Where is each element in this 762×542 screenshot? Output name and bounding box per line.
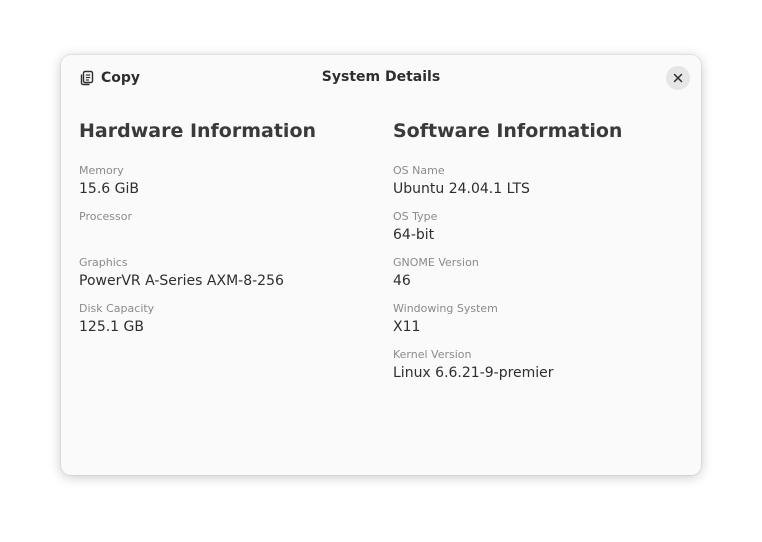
field-label: Kernel Version <box>393 348 472 361</box>
field-value: Ubuntu 24.04.1 LTS <box>393 181 530 197</box>
field-label: Processor <box>79 210 132 223</box>
window-title: System Details <box>321 69 441 85</box>
hardware-section: Hardware Information Memory 15.6 GiB Pro… <box>79 119 379 347</box>
hardware-field-processor: Processor <box>79 209 379 255</box>
field-label: OS Name <box>393 164 445 177</box>
software-field-os-type: OS Type 64-bit <box>393 209 683 255</box>
hardware-section-title: Hardware Information <box>79 120 317 142</box>
field-label: Windowing System <box>393 302 498 315</box>
hardware-field-memory: Memory 15.6 GiB <box>79 163 379 209</box>
system-details-dialog: Copy System Details Hardware Information… <box>61 55 701 475</box>
hardware-field-graphics: Graphics PowerVR A-Series AXM-8-256 <box>79 255 379 301</box>
field-value: 125.1 GB <box>79 319 144 335</box>
software-section-title: Software Information <box>393 120 623 142</box>
field-value: PowerVR A-Series AXM-8-256 <box>79 273 284 289</box>
field-value <box>79 225 379 245</box>
field-value: X11 <box>393 319 421 335</box>
software-field-gnome-version: GNOME Version 46 <box>393 255 683 301</box>
hardware-field-disk-capacity: Disk Capacity 125.1 GB <box>79 301 379 347</box>
field-label: GNOME Version <box>393 256 479 269</box>
field-label: Disk Capacity <box>79 302 155 315</box>
field-label: OS Type <box>393 210 438 223</box>
software-field-windowing-system: Windowing System X11 <box>393 301 683 347</box>
close-button[interactable] <box>666 66 690 90</box>
field-value: 64-bit <box>393 227 435 243</box>
field-value: Linux 6.6.21-9-premier <box>393 365 554 381</box>
software-section: Software Information OS Name Ubuntu 24.0… <box>393 119 683 393</box>
titlebar: Copy System Details <box>61 55 701 101</box>
field-value: 46 <box>393 273 411 289</box>
software-field-kernel-version: Kernel Version Linux 6.6.21-9-premier <box>393 347 683 393</box>
close-icon <box>673 73 683 83</box>
field-label: Memory <box>79 164 124 177</box>
software-field-os-name: OS Name Ubuntu 24.04.1 LTS <box>393 163 683 209</box>
field-label: Graphics <box>79 256 128 269</box>
field-value: 15.6 GiB <box>79 181 139 197</box>
